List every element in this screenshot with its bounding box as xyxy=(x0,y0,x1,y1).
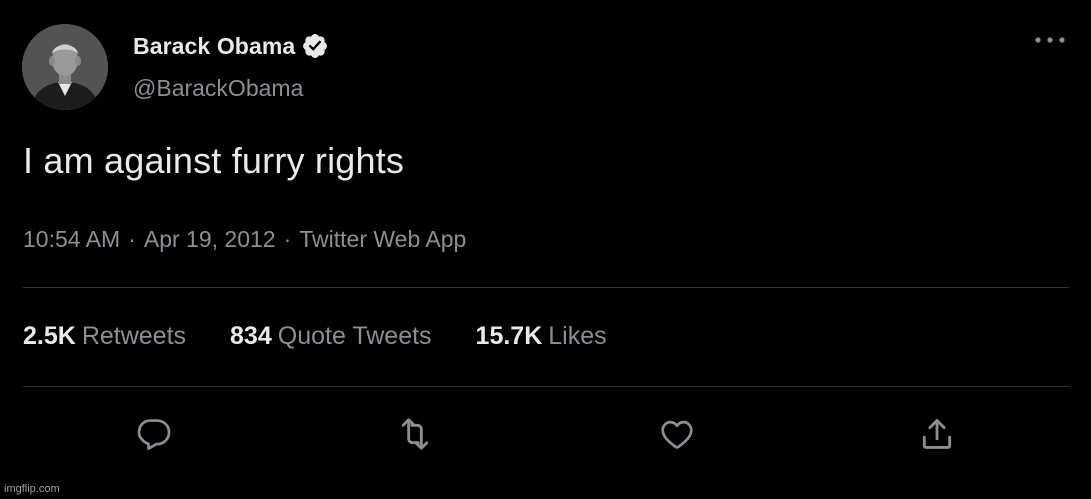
tweet-metadata: 10:54 AM · Apr 19, 2012 · Twitter Web Ap… xyxy=(23,226,466,253)
retweet-icon xyxy=(401,418,429,450)
tweet-text: I am against furry rights xyxy=(23,140,405,181)
likes-label: Likes xyxy=(548,322,607,350)
share-button[interactable] xyxy=(915,412,959,456)
share-icon xyxy=(922,419,952,449)
retweets-label: Retweets xyxy=(81,322,187,350)
divider xyxy=(23,287,1069,288)
likes-count: 15.7K xyxy=(475,322,543,350)
meta-separator: · xyxy=(283,226,292,252)
verified-badge-icon xyxy=(301,32,329,60)
reply-button[interactable] xyxy=(132,412,176,456)
heart-icon xyxy=(661,420,693,449)
retweets-count: 2.5K xyxy=(23,322,76,350)
quote-tweets-stat[interactable]: 834 Quote Tweets xyxy=(230,322,432,351)
quote-tweets-label: Quote Tweets xyxy=(277,322,432,350)
watermark: imgflip.com xyxy=(4,483,60,495)
tweet-time[interactable]: 10:54 AM xyxy=(23,226,120,253)
avatar[interactable] xyxy=(22,24,108,110)
tweet-stats: 2.5K Retweets 834 Quote Tweets 15.7K Likes xyxy=(23,322,651,351)
reply-icon xyxy=(137,419,171,451)
likes-stat[interactable]: 15.7K Likes xyxy=(476,322,607,351)
tweet-date[interactable]: Apr 19, 2012 xyxy=(144,226,276,253)
author-display-name[interactable]: Barack Obama xyxy=(133,33,295,60)
retweets-stat[interactable]: 2.5K Retweets xyxy=(23,322,186,351)
tweet-source[interactable]: Twitter Web App xyxy=(299,226,466,253)
tweet-card: Barack Obama @BarackObama I am against f… xyxy=(0,0,1091,499)
more-icon[interactable] xyxy=(1030,28,1070,52)
author-handle[interactable]: @BarackObama xyxy=(133,75,303,102)
like-button[interactable] xyxy=(655,412,699,456)
quote-tweets-count: 834 xyxy=(230,322,272,350)
divider xyxy=(23,386,1069,387)
retweet-button[interactable] xyxy=(393,412,437,456)
author-name-row: Barack Obama xyxy=(133,32,329,60)
meta-separator: · xyxy=(128,226,136,252)
